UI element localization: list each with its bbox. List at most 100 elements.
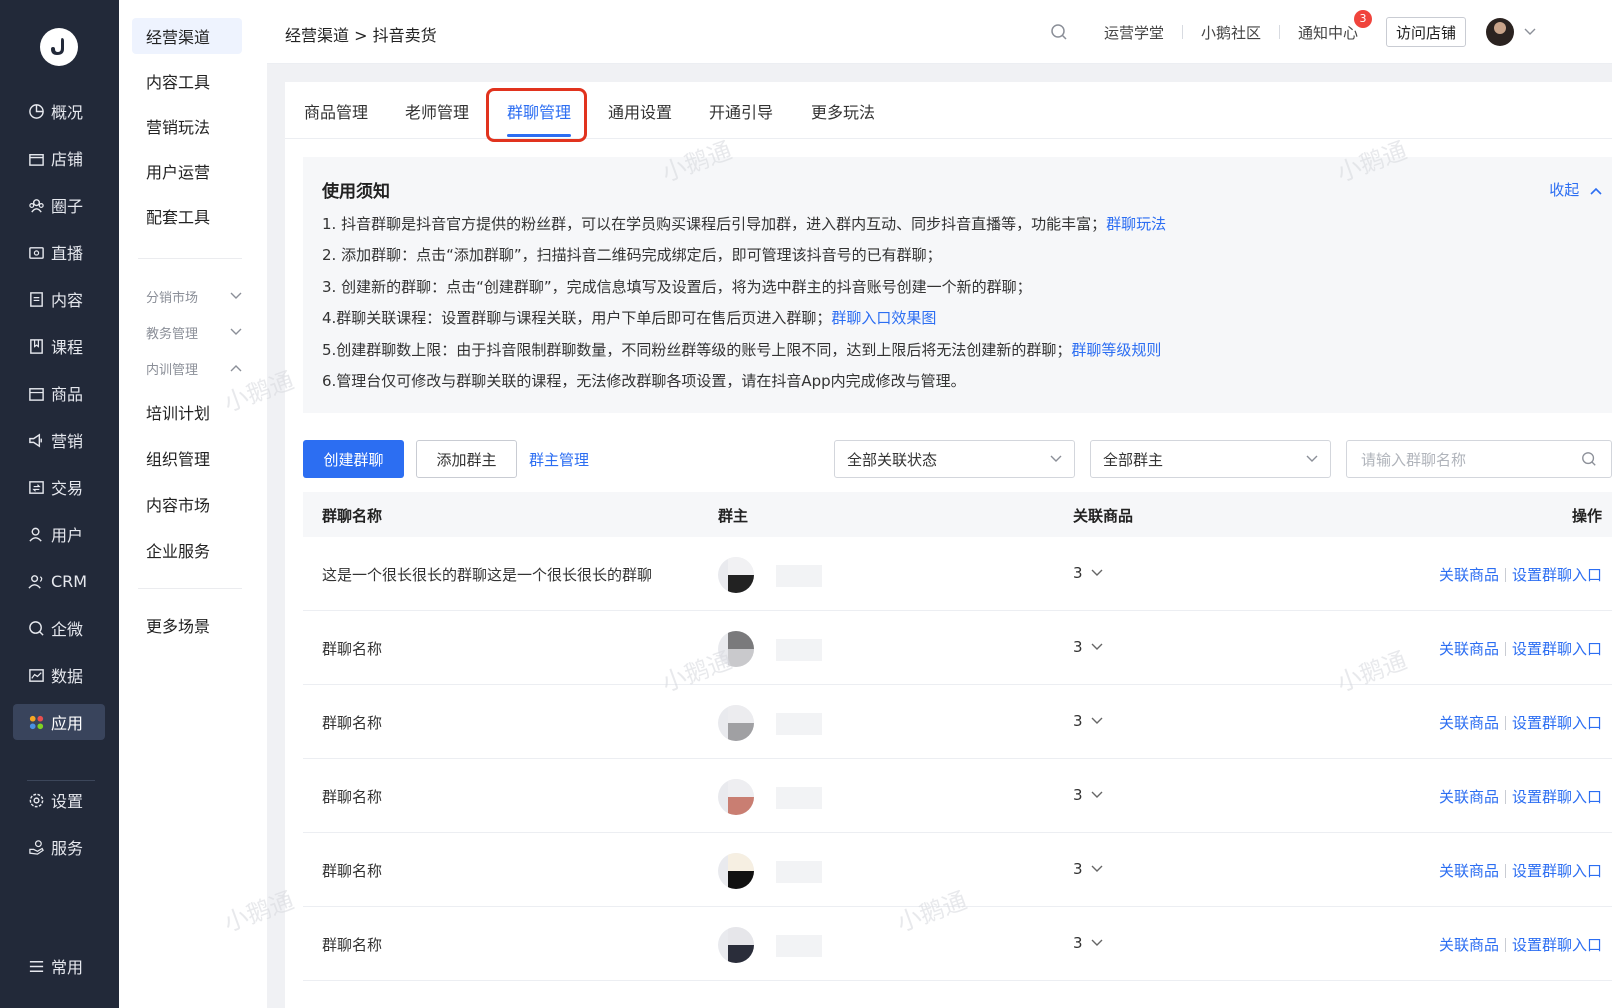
sub-item-marketing[interactable]: 营销玩法: [132, 108, 242, 144]
col-name: 群聊名称: [322, 507, 383, 525]
tab-goods[interactable]: 商品管理: [304, 99, 368, 123]
group-label: 内训管理: [146, 362, 199, 378]
user-icon: [27, 525, 45, 543]
nav-item-label: 概况: [51, 103, 84, 122]
link-goods-button[interactable]: 关联商品: [1439, 712, 1499, 733]
sub-item-enterprise[interactable]: 企业服务: [132, 532, 242, 568]
sub-item-content-tools[interactable]: 内容工具: [132, 63, 242, 99]
action-separator: [1504, 789, 1506, 804]
set-entry-button[interactable]: 设置群聊入口: [1512, 638, 1602, 659]
group-search-input[interactable]: 请输入群聊名称: [1346, 440, 1612, 478]
nav-item-settings[interactable]: 设置: [13, 782, 105, 818]
nav-item-label: 设置: [51, 792, 84, 811]
nav-item-circle[interactable]: 圈子: [13, 187, 105, 223]
nav-item-content[interactable]: 内容: [13, 281, 105, 317]
chevron-down-icon: [1091, 865, 1103, 872]
status-select[interactable]: 全部关联状态: [834, 440, 1075, 478]
linked-goods-dropdown[interactable]: 3: [1073, 786, 1103, 804]
linked-goods-dropdown[interactable]: 3: [1073, 860, 1103, 878]
owner-name-redacted: [776, 935, 822, 957]
col-owner: 群主: [718, 507, 749, 525]
link-goods-button[interactable]: 关联商品: [1439, 860, 1499, 881]
avatar[interactable]: [1486, 18, 1514, 46]
set-entry-button[interactable]: 设置群聊入口: [1512, 786, 1602, 807]
link-community[interactable]: 小鹅社区: [1183, 22, 1279, 43]
create-group-button[interactable]: 创建群聊: [303, 440, 404, 478]
link-goods-button[interactable]: 关联商品: [1439, 638, 1499, 659]
collapse-label: 收起: [1549, 181, 1580, 199]
nav-item-crm[interactable]: CRM: [13, 563, 105, 599]
tab-open-guide[interactable]: 开通引导: [709, 99, 773, 123]
owner-manage-link[interactable]: 群主管理: [529, 449, 589, 470]
sub-item-channels[interactable]: 经营渠道: [132, 18, 242, 54]
status-select-value: 全部关联状态: [847, 450, 938, 469]
linked-goods-count: 3: [1073, 638, 1083, 656]
linked-goods-dropdown[interactable]: 3: [1073, 934, 1103, 952]
set-entry-button[interactable]: 设置群聊入口: [1512, 564, 1602, 585]
sub-item-tools[interactable]: 配套工具: [132, 198, 242, 234]
linked-goods-dropdown[interactable]: 3: [1073, 712, 1103, 730]
nav-item-frequent[interactable]: 常用: [13, 948, 105, 984]
tab-general-settings[interactable]: 通用设置: [608, 99, 672, 123]
sub-item-content-market[interactable]: 内容市场: [132, 486, 242, 522]
chevron-down-icon[interactable]: [1524, 28, 1536, 36]
link-goods-button[interactable]: 关联商品: [1439, 786, 1499, 807]
linked-goods-count: 3: [1073, 934, 1083, 952]
group-name: 群聊名称: [322, 714, 383, 732]
sub-item-training-plan[interactable]: 培训计划: [132, 394, 242, 430]
link-academy[interactable]: 运营学堂: [1086, 22, 1182, 43]
notice-text: 2. 添加群聊：点击“添加群聊”，扫描抖音二维码完成绑定后，即可管理该抖音号的已…: [322, 246, 942, 265]
nav-item-overview[interactable]: 概况: [13, 93, 105, 129]
nav-item-user[interactable]: 用户: [13, 516, 105, 552]
linked-goods-dropdown[interactable]: 3: [1073, 638, 1103, 656]
nav-item-goods[interactable]: 商品: [13, 375, 105, 411]
search-icon[interactable]: [1050, 23, 1068, 41]
nav-item-course[interactable]: 课程: [13, 328, 105, 364]
nav-item-wecom[interactable]: 企微: [13, 610, 105, 646]
linked-goods-count: 3: [1073, 712, 1083, 730]
nav-item-service[interactable]: 服务: [13, 829, 105, 865]
group-training[interactable]: 内训管理: [146, 356, 242, 380]
set-entry-button[interactable]: 设置群聊入口: [1512, 860, 1602, 881]
logo[interactable]: [40, 28, 78, 66]
tab-bar: 商品管理 老师管理 群聊管理 通用设置 开通引导 更多玩法: [285, 82, 1612, 142]
link-notifications[interactable]: 通知中心 3: [1280, 9, 1376, 43]
group-academic[interactable]: 教务管理: [146, 320, 242, 344]
notice-link[interactable]: 群聊等级规则: [1071, 341, 1161, 359]
tab-more[interactable]: 更多玩法: [811, 99, 875, 123]
top-header: 经营渠道 > 抖音卖货 运营学堂 小鹅社区 通知中心 3 访问店铺: [267, 0, 1612, 64]
sub-item-user-ops[interactable]: 用户运营: [132, 153, 242, 189]
avatar: [718, 631, 754, 667]
nav-item-store[interactable]: 店铺: [13, 140, 105, 176]
nav-item-label: 商品: [51, 385, 84, 404]
nav-item-trade[interactable]: 交易: [13, 469, 105, 505]
linked-goods-dropdown[interactable]: 3: [1073, 564, 1103, 582]
visit-store-button[interactable]: 访问店铺: [1385, 17, 1466, 47]
set-entry-button[interactable]: 设置群聊入口: [1512, 712, 1602, 733]
avatar: [718, 779, 754, 815]
crm-icon: [27, 572, 45, 590]
avatar: [718, 557, 754, 593]
nav-item-label: 直播: [51, 244, 84, 263]
collapse-button[interactable]: 收起: [1549, 179, 1602, 200]
tab-teachers[interactable]: 老师管理: [405, 99, 469, 123]
group-name: 群聊名称: [322, 788, 383, 806]
notice-link[interactable]: 群聊入口效果图: [831, 309, 936, 327]
nav-item-apps[interactable]: 应用: [13, 704, 105, 740]
table-row: 群聊名称 3 关联商品 设置群聊入口: [303, 907, 1612, 981]
notice-text: 6.管理台仅可修改与群聊关联的课程，无法修改群聊各项设置，请在抖音App内完成修…: [322, 372, 966, 390]
nav-item-data[interactable]: 数据: [13, 657, 105, 693]
row-actions: 关联商品 设置群聊入口: [1439, 712, 1602, 733]
sub-item-org-manage[interactable]: 组织管理: [132, 440, 242, 476]
set-entry-button[interactable]: 设置群聊入口: [1512, 934, 1602, 955]
notice-link[interactable]: 群聊玩法: [1106, 215, 1166, 233]
nav-item-marketing[interactable]: 营销: [13, 422, 105, 458]
nav-item-live[interactable]: 直播: [13, 234, 105, 270]
sub-item-more-scenes[interactable]: 更多场景: [132, 607, 242, 643]
link-goods-button[interactable]: 关联商品: [1439, 934, 1499, 955]
link-goods-button[interactable]: 关联商品: [1439, 564, 1499, 585]
chevron-down-icon: [1091, 717, 1103, 724]
group-distribution[interactable]: 分销市场: [146, 284, 242, 308]
add-owner-button[interactable]: 添加群主: [416, 440, 517, 478]
owner-select[interactable]: 全部群主: [1090, 440, 1331, 478]
